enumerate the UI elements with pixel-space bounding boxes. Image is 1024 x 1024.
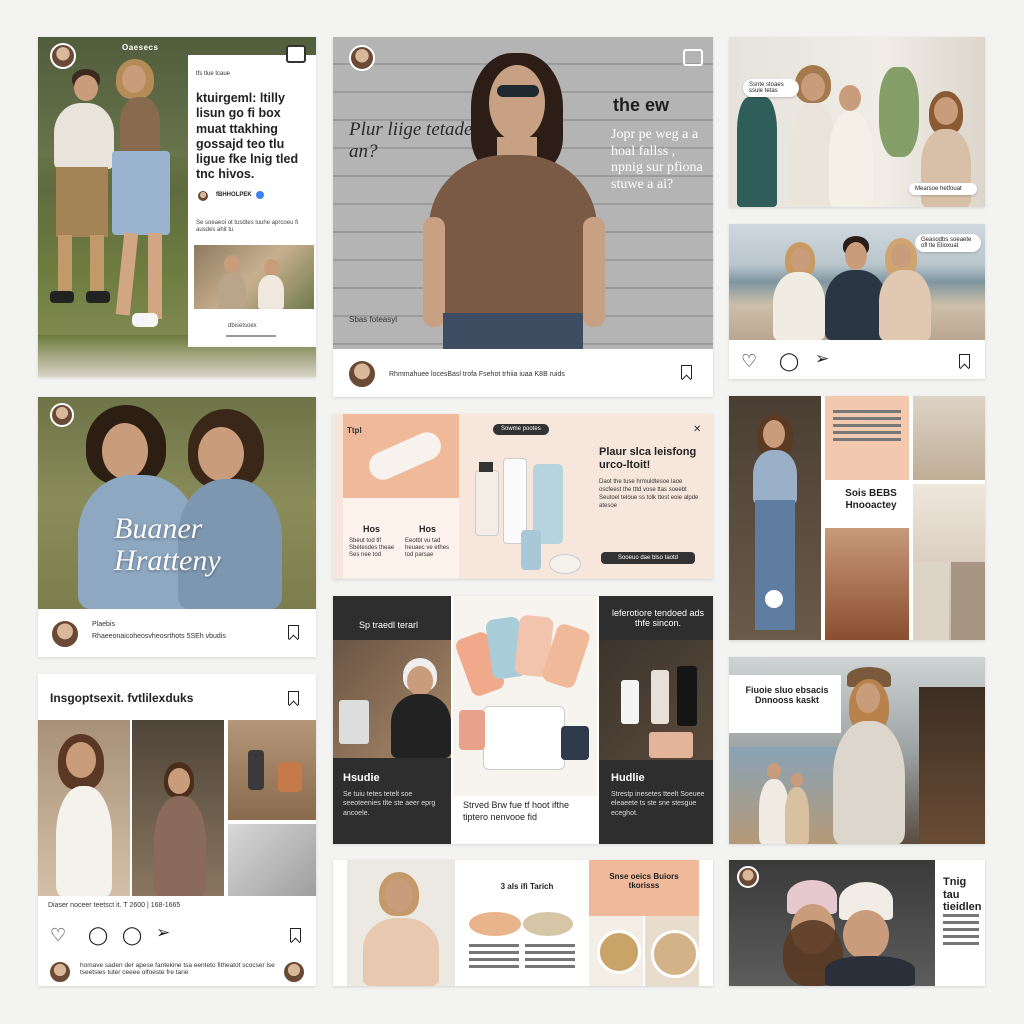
comment-icon[interactable]: ◯ — [779, 352, 799, 370]
products-title: Plaur slca leisfong urco-ltoit! — [599, 446, 697, 471]
left-body: Se tuiu tetes tetelt soe seeoteenies tlt… — [343, 791, 436, 817]
send-icon[interactable]: ➢ — [815, 350, 829, 367]
comment-icon[interactable]: ◯ — [88, 926, 108, 944]
sunglasses-icon — [497, 85, 539, 97]
post-footer-text: homave saden der apese fantekine tsa een… — [80, 962, 275, 977]
products-badge: Sowme pootes — [493, 424, 549, 435]
col1-title: Hos — [363, 524, 381, 534]
right-title: Hudlie — [611, 772, 645, 784]
collage-title: Sois BEBS Hnooactey — [845, 488, 897, 511]
right-head: leferotiore tendoed ads thfe sincon. — [611, 608, 705, 629]
post-footer-text: Rhaeeonaicoheosvheosrthots 5SEh vbudis — [92, 633, 226, 640]
article-cta[interactable]: dbisetsoex — [228, 323, 257, 330]
close-icon[interactable]: ✕ — [693, 424, 701, 436]
avatar[interactable] — [349, 45, 375, 71]
center-photo[interactable] — [453, 596, 597, 796]
gallery-title: Insgoptsexit. fvtlilexduks — [50, 691, 194, 705]
post-card-recipes[interactable]: 3 als ifi Tarich Snse oeics Buiors tkori… — [333, 860, 713, 986]
post-card-collage[interactable]: Sois BEBS Hnooactey — [729, 396, 985, 640]
post-footer-text: Rhmmahuee locesBasl trofa Fsehot trhiia … — [389, 371, 565, 378]
bookmark-icon[interactable] — [959, 354, 970, 368]
post-card-gallery[interactable]: Insgoptsexit. fvtlilexduks Diaser noceer… — [38, 674, 316, 986]
post-photo-wall[interactable]: Plur liige tetade an? the ew Jopr pe weg… — [333, 37, 713, 349]
article-kicker: tfs tlue tcaue — [196, 71, 231, 77]
gallery-photo-2[interactable] — [132, 720, 224, 896]
avatar[interactable] — [50, 43, 76, 69]
author-avatar — [196, 189, 210, 203]
speech-bubble: Geasodbs soeaete ofl tle Elioxuat — [915, 234, 981, 252]
avatar[interactable] — [737, 866, 759, 888]
right-photo[interactable] — [599, 640, 713, 760]
overlay-left-text: Plur liige tetade an? — [349, 119, 473, 162]
post-card-couple[interactable]: Oaesecs tfs tlue tcaue ktuirgeml: ltilly… — [38, 37, 316, 377]
article-panel: tfs tlue tcaue ktuirgeml: ltilly lisun g… — [188, 45, 316, 347]
recipes-right-title: Snse oeics Buiors tkorisss — [609, 872, 679, 891]
post-card-group-jackets[interactable]: Ssnte stoaes ssule tetas Mearsoe hetfoua… — [729, 37, 985, 207]
post-card-skincare[interactable]: Sp traedl terarl Hsudie Se tuiu tetes te… — [333, 596, 713, 844]
article-body: Se soeaeoi ot tusdtes luuhe aprcoeu fi a… — [196, 220, 299, 233]
play-icon[interactable] — [765, 590, 783, 608]
left-head: Sp traedl terarl — [359, 620, 419, 630]
post-card-friends[interactable]: Buaner Hratteny Plaebis Rhaeeonaicoheosv… — [38, 397, 316, 657]
save-icon[interactable] — [683, 49, 703, 66]
save-icon[interactable] — [286, 45, 306, 63]
gallery-caption: Diaser noceer teetsct it. T 2600 | 168-1… — [48, 902, 181, 909]
footer-avatar[interactable] — [347, 359, 377, 389]
left-title: Hsudie — [343, 772, 380, 784]
author-name: fBHHOLPEK — [216, 192, 252, 198]
post-photo-beanies[interactable] — [729, 860, 935, 986]
bookmark-icon[interactable] — [288, 691, 299, 705]
gallery-photo-4[interactable] — [228, 824, 316, 896]
products-button[interactable]: Sooeuo dae blso taotd — [601, 552, 695, 564]
post-card-beach[interactable]: Geasodbs soeaete ofl tle Elioxuat ♡ ◯ ➢ — [729, 224, 985, 379]
footer-avatar[interactable] — [48, 960, 72, 984]
verified-icon — [256, 191, 264, 199]
recipes-left-title: 3 als ifi Tarich — [500, 882, 554, 891]
gallery-photo-3[interactable] — [228, 720, 316, 820]
speech-bubble-right: Mearsoe hetfouat — [909, 183, 977, 195]
post-card-beanies[interactable]: Tnig tau tieidlen — [729, 860, 985, 986]
heart-icon[interactable]: ♡ — [741, 352, 757, 370]
comment-icon-2[interactable]: ◯ — [122, 926, 142, 944]
speech-bubble-left: Ssnte stoaes ssule tetas — [743, 79, 799, 97]
gallery-photo-1[interactable] — [38, 720, 130, 896]
post-photo-friends[interactable]: Buaner Hratteny — [38, 397, 316, 609]
beanies-title: Tnig tau tieidlen — [943, 876, 982, 914]
bookmark-icon-footer[interactable] — [290, 928, 301, 942]
article-photo[interactable] — [194, 245, 314, 309]
right-body: Strestp inesetes tteelt Soeuee eleaeete … — [611, 791, 705, 817]
script-title: Buaner Hratteny — [114, 512, 221, 577]
post-card-street[interactable]: Fiuoie sluo ebsacis Dnnooss kaskt — [729, 657, 985, 844]
send-icon[interactable]: ➢ — [156, 924, 170, 941]
photo-caption: Sbas foteasyl — [349, 315, 398, 324]
bookmark-icon[interactable] — [288, 625, 299, 639]
col2-title: Hos — [419, 524, 437, 534]
overlay-right-body: Jopr pe weg a a hoal fallss , npnig sur … — [611, 127, 703, 192]
left-photo[interactable] — [333, 640, 451, 758]
footer-avatar-right[interactable] — [282, 960, 306, 984]
post-handle: Plaebis — [92, 621, 115, 628]
article-headline: ktuirgeml: ltilly lisun go fi box muat t… — [196, 91, 299, 182]
product-bottles — [469, 444, 585, 576]
avatar[interactable] — [50, 403, 74, 427]
post-photo-group[interactable] — [729, 37, 985, 207]
products-body: Daot the tuse hrmuldtesoe laoe oscfeest … — [599, 479, 699, 510]
recipes-photo-woman[interactable] — [347, 860, 455, 986]
footer-avatar[interactable] — [50, 619, 80, 649]
post-card-wall[interactable]: Plur liige tetade an? the ew Jopr pe weg… — [333, 37, 713, 397]
post-handle: Oaesecs — [122, 43, 159, 52]
bookmark-icon[interactable] — [681, 365, 692, 379]
overlay-right-title: the ew — [613, 95, 670, 115]
street-title: Fiuoie sluo ebsacis Dnnooss kaskt — [745, 685, 829, 706]
brand-label: Ttpl — [347, 426, 362, 435]
col1-body: Sbeut tod tlf Sbetesdes theae Ses nee to… — [349, 538, 395, 558]
post-card-products[interactable]: Ttpl Hos Sbeut tod tlf Sbetesdes theae S… — [333, 414, 713, 579]
center-body: Strved Brw fue tf hoot ifthe tiptero nen… — [463, 800, 570, 822]
heart-icon[interactable]: ♡ — [50, 926, 66, 944]
col2-body: Eeotbt vu tad heuaec ve ethes tod parsae — [405, 538, 450, 558]
collage-main-photo[interactable] — [729, 396, 821, 640]
